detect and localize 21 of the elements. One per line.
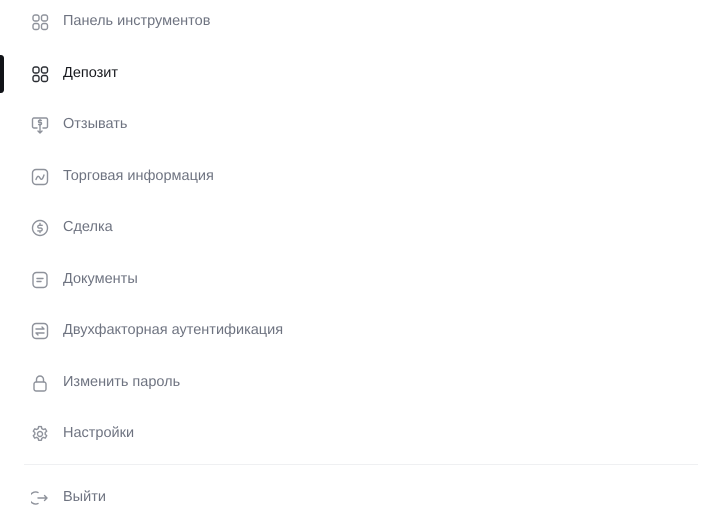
logout-icon <box>31 488 49 506</box>
settings-icon <box>31 425 49 443</box>
document-icon <box>31 270 49 288</box>
menu-item[interactable]: Сделка <box>24 206 698 250</box>
exchange-icon <box>31 322 49 340</box>
grid-icon <box>31 64 49 82</box>
chart-icon <box>31 168 49 186</box>
menu-item[interactable]: Настройки <box>24 412 698 456</box>
menu-item[interactable]: Двухфакторная аутентификация <box>24 309 698 353</box>
menu-item[interactable]: Выйти <box>24 476 698 520</box>
menu-item[interactable]: Документы <box>24 258 698 302</box>
lock-icon <box>31 374 49 392</box>
active-indicator <box>0 54 4 92</box>
grid-icon <box>31 13 49 31</box>
menu-item[interactable]: Торговая информация <box>24 154 698 198</box>
withdraw-icon <box>31 116 49 134</box>
menu-item[interactable]: Панель инструментов <box>24 0 698 44</box>
menu-item[interactable]: Депозит <box>24 52 698 96</box>
menu-item[interactable]: Отзывать <box>24 103 698 147</box>
menu-item[interactable]: Изменить пароль <box>24 360 698 404</box>
dollar-icon <box>31 219 49 237</box>
